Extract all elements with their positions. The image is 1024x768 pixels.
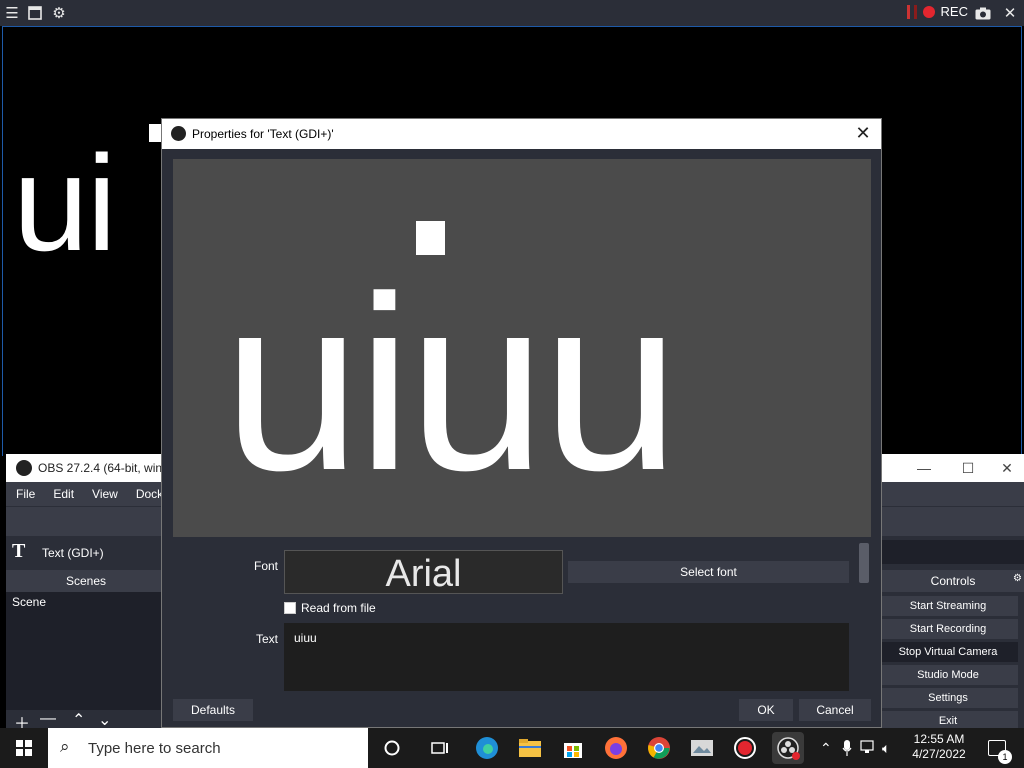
volume-icon[interactable]: 🔈︎ bbox=[882, 740, 890, 757]
taskbar-search[interactable]: ⌕ Type here to search bbox=[48, 728, 368, 768]
recording-status: REC bbox=[906, 4, 968, 19]
dialog-close-icon[interactable]: ✕ bbox=[853, 123, 873, 143]
cancel-button[interactable]: Cancel bbox=[799, 699, 871, 721]
settings-button[interactable]: Settings bbox=[878, 688, 1018, 708]
menu-file[interactable]: File bbox=[6, 482, 43, 506]
chrome-icon[interactable] bbox=[643, 732, 675, 764]
windows-logo-icon bbox=[16, 740, 32, 756]
source-properties-strip bbox=[882, 540, 1024, 564]
menu-edit[interactable]: Edit bbox=[43, 482, 82, 506]
camera-icon[interactable] bbox=[973, 3, 993, 23]
read-from-file-option[interactable]: Read from file bbox=[284, 601, 376, 615]
menu-icon[interactable]: ☰ bbox=[2, 3, 22, 23]
close-icon[interactable]: ✕ bbox=[1000, 3, 1020, 23]
dialog-title-bar: Properties for 'Text (GDI+)' ✕ bbox=[162, 119, 881, 149]
scene-tools: ＋ — ⌃ ⌄ bbox=[6, 710, 166, 733]
menu-view[interactable]: View bbox=[82, 482, 126, 506]
maximize-icon[interactable]: ☐ bbox=[946, 457, 990, 479]
firefox-icon[interactable] bbox=[600, 732, 632, 764]
clock-time: 12:55 AM bbox=[913, 732, 965, 746]
font-preview: Arial bbox=[284, 550, 563, 595]
show-hidden-icons-icon[interactable]: ⌃ bbox=[820, 740, 832, 757]
defaults-button[interactable]: Defaults bbox=[173, 699, 253, 721]
obs-taskbar-icon[interactable] bbox=[772, 732, 804, 764]
network-icon[interactable] bbox=[860, 740, 876, 757]
windows-taskbar: ⌕ Type here to search ⌃ 🔈︎ 12:55 AM 4/27… bbox=[0, 728, 1024, 768]
store-icon[interactable] bbox=[557, 732, 589, 764]
cortana-icon[interactable] bbox=[376, 732, 408, 764]
read-from-file-checkbox[interactable] bbox=[284, 602, 296, 614]
text-source-icon: T bbox=[12, 540, 26, 562]
move-down-icon[interactable]: ⌄ bbox=[98, 710, 111, 730]
start-button[interactable] bbox=[0, 728, 48, 768]
gear-icon[interactable]: ⚙ bbox=[49, 3, 69, 23]
obs-logo-icon bbox=[171, 126, 186, 141]
clock[interactable]: 12:55 AM 4/27/2022 bbox=[904, 732, 974, 762]
source-preview: uiuu bbox=[173, 159, 871, 537]
window-close-icon[interactable]: ✕ bbox=[990, 457, 1024, 479]
window-icon[interactable] bbox=[25, 3, 45, 23]
system-tray: ⌃ 🔈︎ 12:55 AM 4/27/2022 1 bbox=[814, 728, 1024, 768]
recording-status-icon bbox=[906, 4, 917, 19]
photos-icon[interactable] bbox=[686, 732, 718, 764]
font-label: Font bbox=[253, 559, 278, 573]
task-view-icon[interactable] bbox=[424, 732, 456, 764]
scene-item[interactable]: Scene bbox=[12, 595, 46, 609]
selected-source-name[interactable]: Text (GDI+) bbox=[42, 546, 104, 560]
recorder-icon[interactable] bbox=[729, 732, 761, 764]
scenes-list: Scene bbox=[6, 592, 166, 710]
scenes-panel-header: Scenes bbox=[6, 570, 166, 592]
edge-icon[interactable] bbox=[471, 732, 503, 764]
remove-scene-icon[interactable]: — bbox=[40, 710, 56, 728]
read-from-file-label: Read from file bbox=[301, 601, 376, 615]
microphone-icon[interactable] bbox=[842, 740, 852, 759]
exit-button[interactable]: Exit bbox=[878, 711, 1018, 728]
notification-count-badge: 1 bbox=[998, 750, 1012, 764]
minimize-icon[interactable]: — bbox=[902, 457, 946, 479]
clock-date: 4/27/2022 bbox=[912, 747, 966, 761]
select-font-button[interactable]: Select font bbox=[568, 561, 849, 583]
rec-dot-icon bbox=[922, 5, 935, 18]
controls-title: Controls bbox=[930, 574, 976, 588]
stop-virtual-camera-button[interactable]: Stop Virtual Camera bbox=[878, 642, 1018, 662]
move-up-icon[interactable]: ⌃ bbox=[72, 710, 85, 730]
search-placeholder: Type here to search bbox=[88, 740, 221, 757]
text-label: Text bbox=[255, 632, 278, 646]
obs-logo-icon bbox=[16, 460, 32, 476]
text-input[interactable]: uiuu bbox=[284, 623, 849, 691]
properties-dialog: Properties for 'Text (GDI+)' ✕ uiuu Font… bbox=[161, 118, 882, 728]
file-explorer-icon[interactable] bbox=[514, 732, 546, 764]
rec-label: REC bbox=[940, 4, 968, 19]
preview-text: uiuu bbox=[223, 244, 680, 522]
controls-menu-icon[interactable]: ⚙ bbox=[1013, 573, 1022, 584]
controls-panel-header: Controls ⚙ bbox=[882, 570, 1024, 592]
projector-toolbar: ☰ ⚙ REC ✕ bbox=[0, 0, 1024, 26]
projector-text: ui bbox=[13, 127, 117, 279]
properties-form: Font Arial Select font Read from file Te… bbox=[162, 537, 881, 693]
start-streaming-button[interactable]: Start Streaming bbox=[878, 596, 1018, 616]
dialog-title: Properties for 'Text (GDI+)' bbox=[192, 127, 334, 141]
obs-window-title: OBS 27.2.4 (64-bit, wind bbox=[38, 461, 169, 475]
dialog-footer: Defaults OK Cancel bbox=[162, 693, 881, 727]
search-icon: ⌕ bbox=[60, 737, 70, 756]
studio-mode-button[interactable]: Studio Mode bbox=[878, 665, 1018, 685]
ok-button[interactable]: OK bbox=[739, 699, 793, 721]
properties-scrollbar[interactable] bbox=[859, 543, 869, 583]
start-recording-button[interactable]: Start Recording bbox=[878, 619, 1018, 639]
